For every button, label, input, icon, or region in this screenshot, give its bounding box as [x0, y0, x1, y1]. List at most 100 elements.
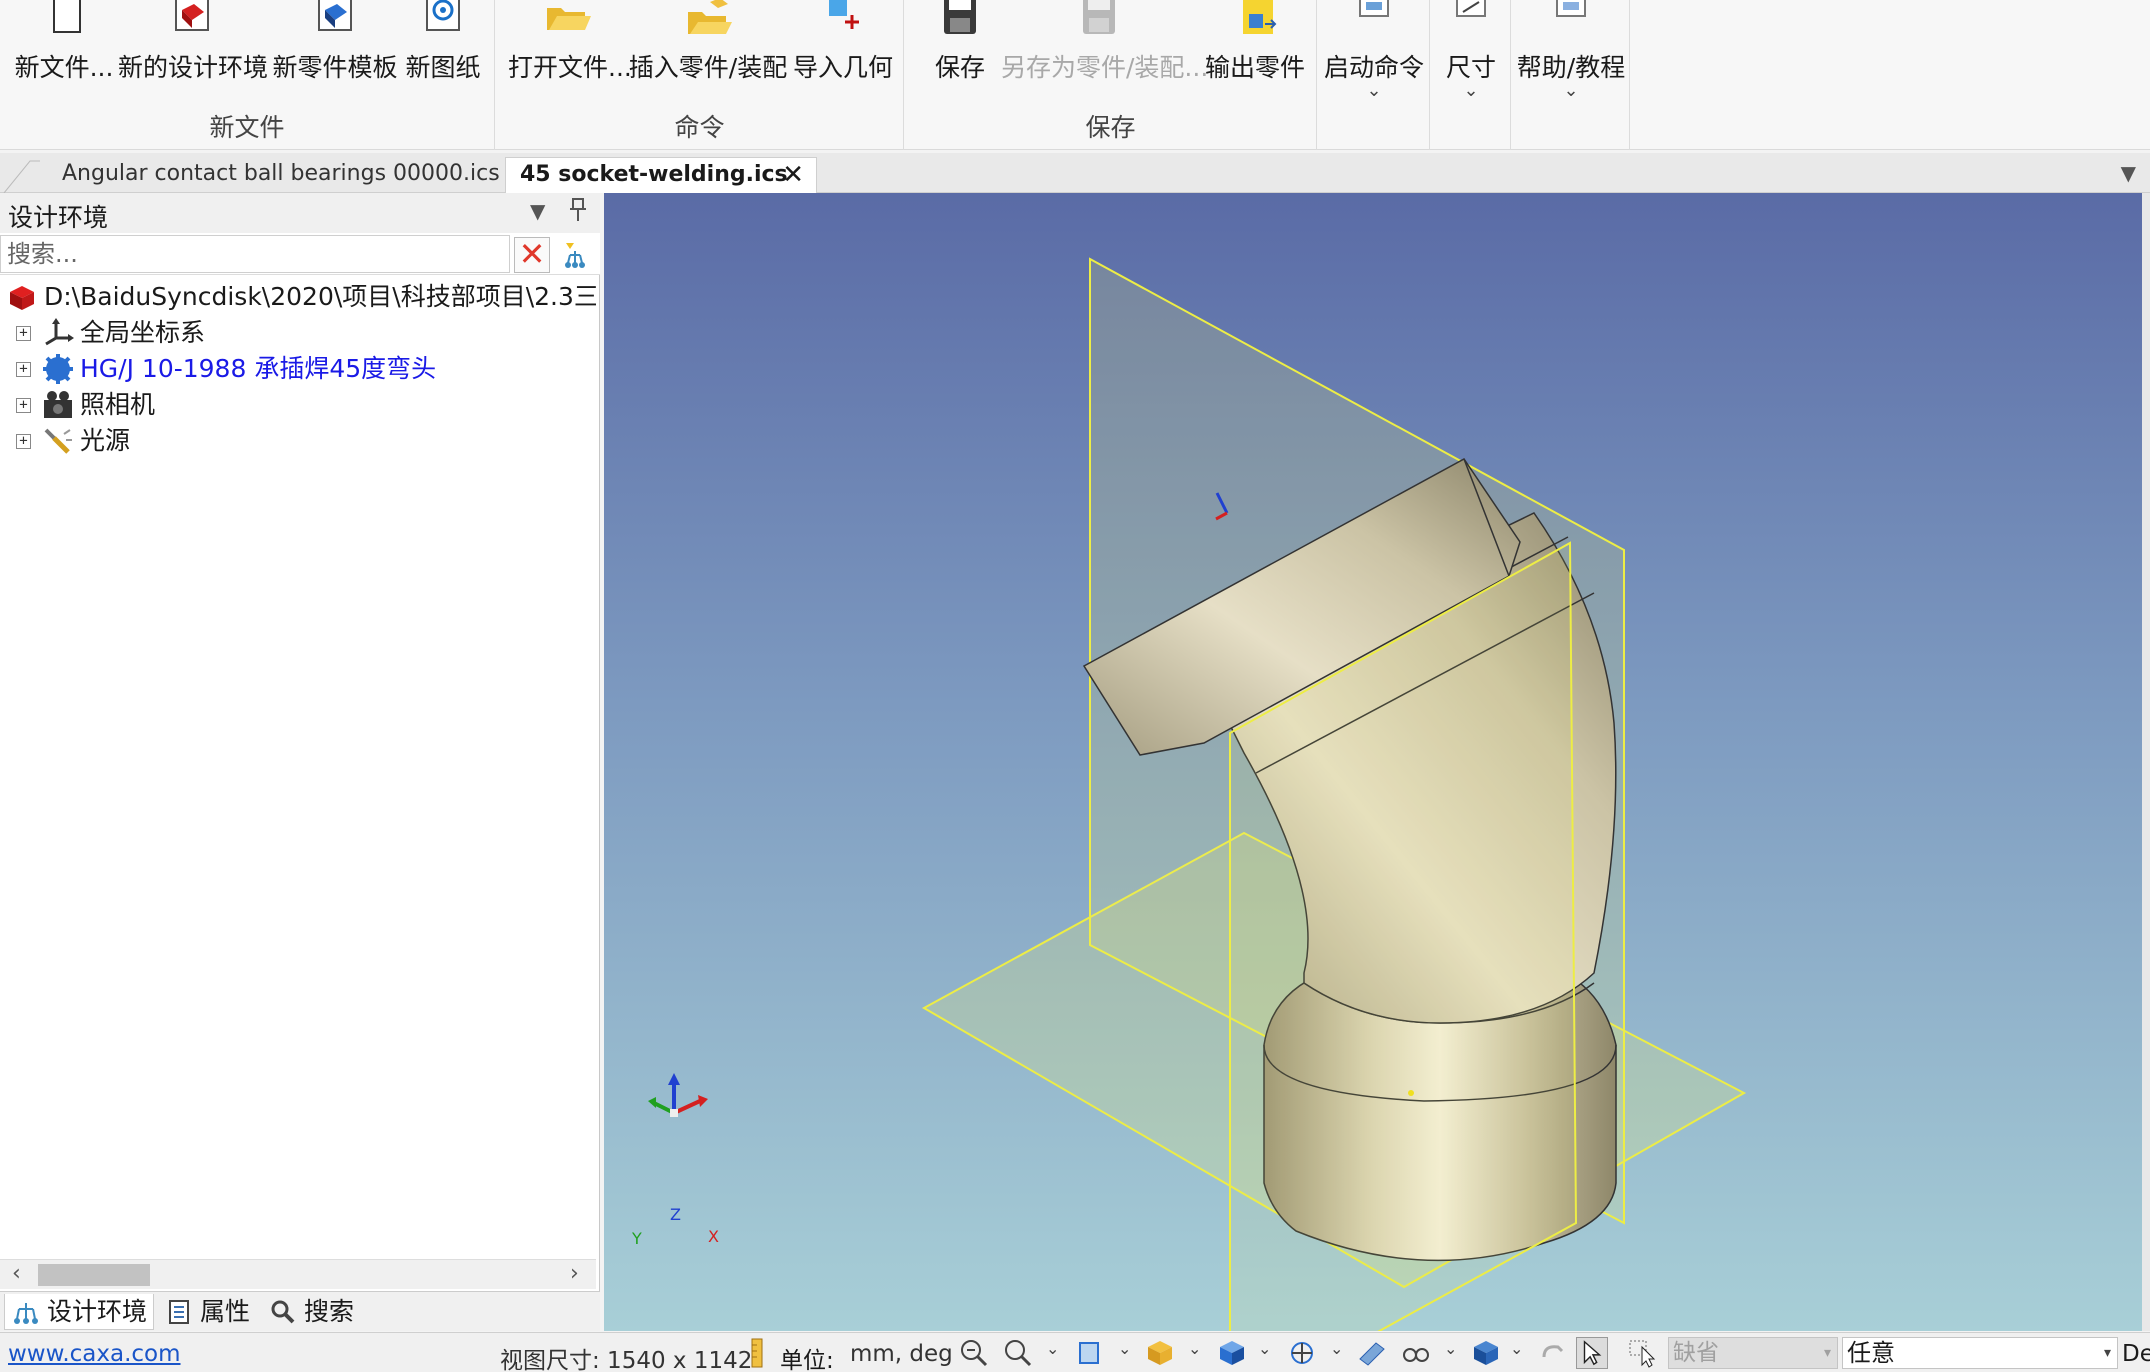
filter-default-select[interactable]: 缺省 ▾ [1668, 1337, 1838, 1369]
expand-icon[interactable]: + [16, 434, 31, 449]
chevron-down-icon: ⌄ [1463, 80, 1479, 101]
dropdown-arrow-icon: ▾ [1823, 1345, 1831, 1361]
chevron-down-icon[interactable]: ⌄ [1510, 1339, 1523, 1358]
view-orientation-icon[interactable] [1074, 1337, 1106, 1369]
search-input[interactable] [0, 235, 510, 273]
tree-item-label: 光源 [80, 426, 131, 455]
insert-part-button[interactable]: 插入零件/装配 [628, 0, 788, 112]
dimension-label: 尺寸 [1445, 53, 1496, 82]
status-bar: www.caxa.com 视图尺寸: 1540 x 1142 单位: mm, d… [0, 1332, 2150, 1372]
panel-menu-dropdown-icon[interactable]: ▼ [530, 199, 545, 223]
ribbon-group-dimension: 尺寸 ⌄ [1431, 0, 1511, 150]
new-part-template-button[interactable]: 新零件模板 [272, 0, 398, 112]
new-part-template-icon [318, 0, 352, 31]
tab-properties[interactable]: 属性 [158, 1294, 268, 1330]
chevron-down-icon: ⌄ [1366, 80, 1382, 101]
open-file-button[interactable]: 打开文件... [508, 0, 632, 112]
website-link[interactable]: www.caxa.com [8, 1341, 181, 1367]
design-tree-icon [14, 1303, 38, 1324]
help-tutorial-icon [1556, 0, 1586, 17]
ribbon-group-new-file: 新文件... 新的设计环境 新零件模板 新图纸 新文件 [0, 0, 495, 150]
insert-part-icon [688, 0, 732, 34]
zoom-icon[interactable] [1002, 1337, 1034, 1369]
ruler-units-icon[interactable] [744, 1337, 776, 1369]
tree-item-light-source[interactable]: + 光源 [0, 423, 594, 459]
tab-45-socket-welding[interactable]: 45 socket-welding.ics ✕ [505, 157, 817, 193]
scroll-thumb[interactable] [38, 1264, 150, 1286]
horizontal-scrollbar[interactable]: ‹ › [0, 1259, 596, 1289]
new-drawing-label: 新图纸 [405, 53, 481, 82]
new-file-button[interactable]: 新文件... [14, 0, 114, 112]
tab-angular-contact-ball-bearings[interactable]: Angular contact ball bearings 00000.ics [48, 157, 500, 193]
save-as-part-button[interactable]: 另存为零件/装配... [1001, 0, 1208, 112]
expand-icon[interactable]: + [16, 398, 31, 413]
expand-icon[interactable]: + [16, 362, 31, 377]
chevron-down-icon[interactable]: ⌄ [1118, 1339, 1131, 1358]
start-command-dropdown[interactable]: 启动命令 ⌄ [1318, 0, 1430, 112]
box-select-pointer-icon[interactable] [1628, 1337, 1660, 1369]
tab-label: 属性 [200, 1297, 251, 1326]
selection-type-select[interactable]: 任意 ▾ [1842, 1337, 2118, 1369]
chevron-down-icon[interactable]: ⌄ [1188, 1339, 1201, 1358]
import-geometry-button[interactable]: 导入几何 [790, 0, 896, 112]
new-design-environment-icon [175, 0, 209, 31]
select-pointer-icon[interactable] [1576, 1337, 1608, 1369]
tree-item-label: HG/J 10-1988 承插焊45度弯头 [80, 354, 437, 383]
tab-search[interactable]: 搜索 [262, 1294, 372, 1330]
axis-label-y: Y [632, 1229, 642, 1248]
tab-slant-decoration [3, 160, 40, 193]
tab-label: 设计环境 [47, 1297, 148, 1326]
magnifier-icon [271, 1300, 295, 1324]
units-label: 单位: [780, 1348, 834, 1372]
axis-triad [648, 1073, 708, 1117]
chevron-down-icon[interactable]: ⌄ [1046, 1339, 1059, 1358]
scroll-right-icon[interactable]: › [570, 1260, 579, 1288]
units-value[interactable]: mm, deg [850, 1341, 953, 1367]
selected-value: 缺省 [1673, 1340, 1719, 1366]
expand-icon[interactable]: + [16, 326, 31, 341]
section-view-icon[interactable] [1356, 1337, 1388, 1369]
new-file-label: 新文件... [14, 53, 114, 82]
tree-item-camera[interactable]: + 照相机 [0, 387, 594, 423]
close-icon[interactable]: ✕ [782, 158, 804, 192]
save-button[interactable]: 保存 [925, 0, 995, 112]
tree-root-item[interactable]: D:\BaiduSyncdisk\2020\项目\科技部项目\2.3三维( [4, 279, 596, 315]
ribbon-group-label: 命令 [674, 113, 725, 142]
search-filter-icon[interactable] [558, 239, 592, 273]
3d-viewport[interactable]: Z X Y [604, 193, 2142, 1331]
tree-item-global-coordinate-system[interactable]: + 全局坐标系 [0, 315, 594, 351]
design-environment-icon [10, 286, 34, 310]
chevron-down-icon[interactable]: ⌄ [1258, 1339, 1271, 1358]
open-file-label: 打开文件... [508, 53, 632, 82]
properties-icon [169, 1300, 189, 1324]
tab-design-environment[interactable]: 设计环境 [4, 1294, 154, 1330]
zoom-fit-icon[interactable] [958, 1337, 990, 1369]
dimension-icon [1456, 0, 1486, 17]
help-tutorial-dropdown[interactable]: 帮助/教程 ⌄ [1512, 0, 1630, 112]
tab-list-dropdown-icon[interactable]: ▼ [2121, 161, 2136, 185]
pin-icon[interactable] [568, 197, 588, 229]
new-design-environment-button[interactable]: 新的设计环境 [118, 0, 268, 112]
shading-cube-icon[interactable] [1470, 1337, 1502, 1369]
export-part-button[interactable]: 输出零件 [1201, 0, 1309, 112]
ribbon-group-save: 保存 另存为零件/装配... 输出零件 保存 [905, 0, 1317, 150]
chevron-down-icon[interactable]: ⌄ [1330, 1339, 1343, 1358]
design-tree: D:\BaiduSyncdisk\2020\项目\科技部项目\2.3三维( + … [0, 279, 596, 979]
transform-icon[interactable] [1286, 1337, 1318, 1369]
dropdown-arrow-icon: ▾ [2103, 1345, 2111, 1361]
tree-item-label: 照相机 [80, 390, 156, 419]
save-icon [944, 0, 976, 34]
render-mode-icon[interactable] [1144, 1337, 1176, 1369]
viewport-scroll-edge [2142, 193, 2150, 1331]
display-options-icon[interactable] [1400, 1337, 1432, 1369]
new-drawing-button[interactable]: 新图纸 [402, 0, 484, 112]
dimension-dropdown[interactable]: 尺寸 ⌄ [1431, 0, 1511, 112]
scroll-left-icon[interactable]: ‹ [12, 1260, 21, 1288]
chevron-down-icon[interactable]: ⌄ [1444, 1339, 1457, 1358]
open-folder-icon [547, 8, 591, 30]
clear-search-button[interactable]: ✕ [514, 237, 550, 273]
display-cube-icon[interactable] [1216, 1337, 1248, 1369]
tree-item-socket-weld-elbow-part[interactable]: + HG/J 10-1988 承插焊45度弯头 [0, 351, 594, 387]
undo-view-icon[interactable] [1536, 1337, 1568, 1369]
save-as-part-icon [1083, 0, 1115, 34]
